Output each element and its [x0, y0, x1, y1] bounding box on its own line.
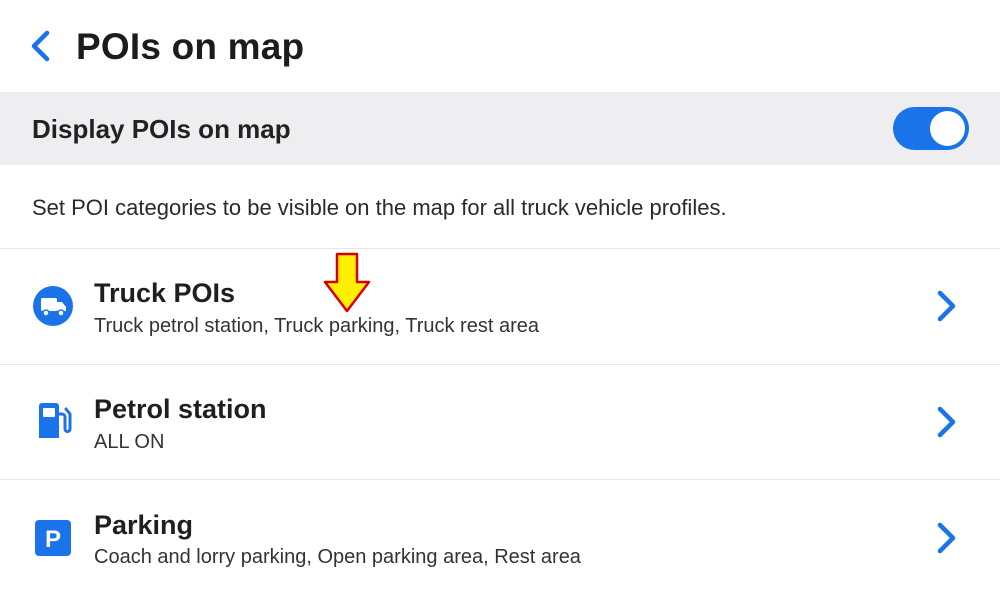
display-pois-label: Display POIs on map [32, 114, 291, 144]
chevron-right-icon [930, 518, 962, 558]
display-pois-toggle[interactable] [893, 107, 969, 150]
header-bar: POIs on map [0, 0, 1000, 92]
row-title: Petrol station [94, 394, 267, 424]
display-pois-toggle-row[interactable]: Display POIs on map [0, 92, 1000, 165]
page-title: POIs on map [76, 26, 305, 67]
fuel-pump-icon [32, 400, 74, 442]
svg-text:P: P [45, 526, 61, 553]
back-button[interactable] [18, 22, 62, 70]
row-title: Parking [94, 510, 194, 540]
chevron-right-icon [930, 402, 962, 442]
truck-icon [32, 285, 74, 327]
list-item-truck-pois[interactable]: Truck POIs Truck petrol station, Truck p… [0, 249, 1000, 364]
row-title: Truck POIs [94, 278, 236, 308]
list-item-petrol-station[interactable]: Petrol station ALL ON [0, 365, 1000, 480]
row-subtitle: Truck petrol station, Truck parking, Tru… [94, 315, 539, 337]
description-text: Set POI categories to be visible on the … [32, 195, 727, 220]
parking-icon: P [32, 517, 74, 559]
chevron-left-icon [31, 30, 50, 62]
list-item-parking[interactable]: P Parking Coach and lorry parking, Open … [0, 480, 1000, 595]
chevron-right-icon [930, 286, 962, 326]
toggle-knob [930, 111, 965, 146]
row-subtitle: ALL ON [94, 431, 165, 453]
